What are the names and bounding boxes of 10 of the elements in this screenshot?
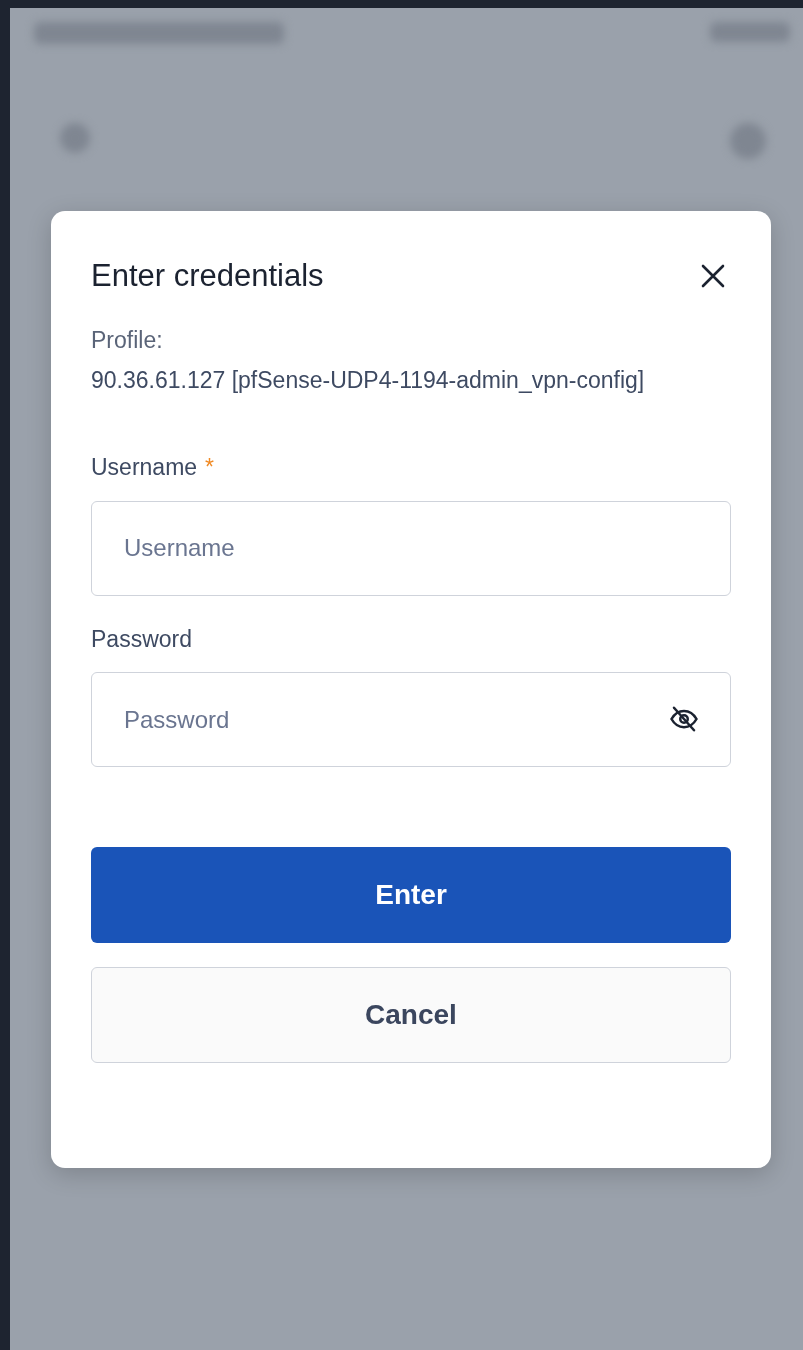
cancel-button[interactable]: Cancel bbox=[91, 967, 731, 1064]
profile-label: Profile: bbox=[91, 326, 164, 356]
enter-button[interactable]: Enter bbox=[91, 847, 731, 944]
required-mark: * bbox=[205, 453, 215, 483]
dialog-title: Enter credentials bbox=[91, 257, 324, 295]
field-label: Username bbox=[91, 453, 198, 483]
profile-name: 90.36.61.127 [pfSense-UDP4-1194-admin_vpn-config] bbox=[91, 366, 646, 396]
password-field[interactable]: Password bbox=[91, 672, 731, 768]
field-label: Password bbox=[91, 624, 192, 654]
username-field[interactable]: Username bbox=[91, 500, 731, 596]
